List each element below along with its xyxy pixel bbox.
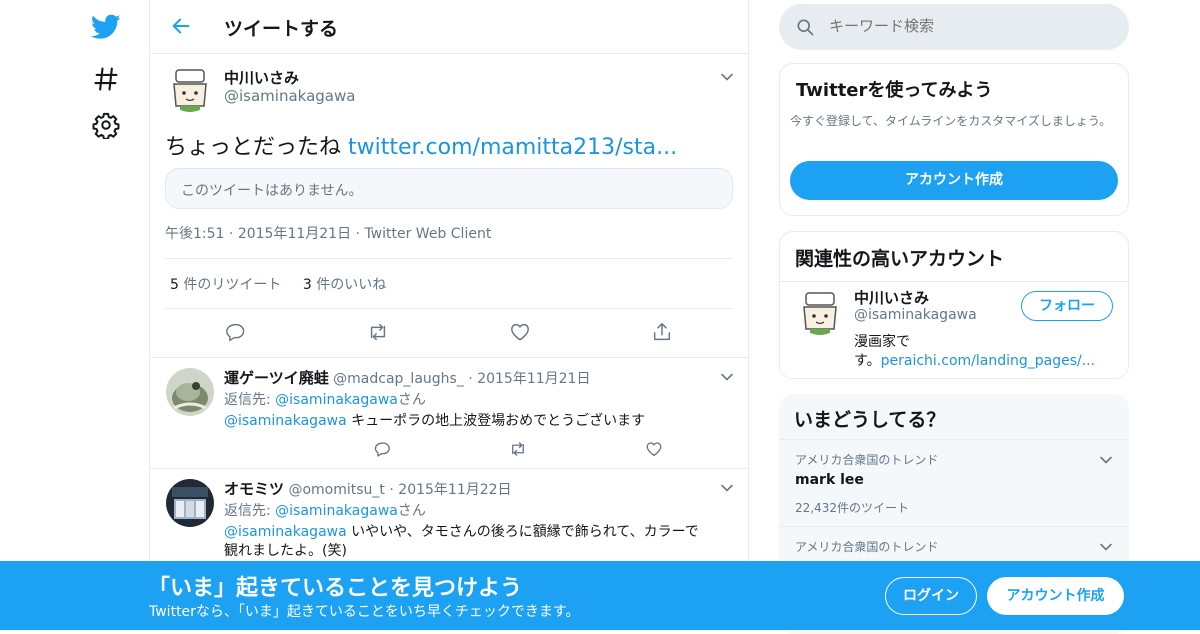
card-title: 関連性の高いアカウント	[780, 232, 1128, 282]
tweet-link[interactable]: twitter.com/mamitta213/sta...	[348, 135, 677, 160]
tweet-date[interactable]: 2015年11月21日	[238, 226, 351, 242]
trend-count: 22,432件のツイート	[795, 501, 909, 515]
account-handle[interactable]: @isaminakagawa	[854, 307, 977, 323]
left-nav	[80, 0, 130, 630]
tweet-meta: 午後1:51 · 2015年11月21日 · Twitter Web Clien…	[165, 226, 492, 242]
reply-tweet[interactable]: オモミツ @omomitsu_t · 2015年11月22日 返信先: @isa…	[150, 469, 748, 569]
try-twitter-card: Twitterを使ってみよう 今すぐ登録して、タイムラインをカスタマイズしましょ…	[779, 63, 1129, 216]
tweet-stats: 5 件のリツイート 3 件のいいね	[165, 258, 733, 309]
account-bio-link[interactable]: peraichi.com/landing_pages/...	[881, 353, 1095, 369]
signup-banner: 「いま」起きていることを見つけよう Twitterなら、「いま」起きていることを…	[0, 561, 1200, 630]
retweet-icon[interactable]	[509, 440, 527, 458]
reply-text-continued: 観れましたよ。(笑)	[224, 543, 347, 559]
retweet-stat[interactable]: 5 件のリツイート	[170, 277, 286, 293]
search-input[interactable]	[829, 17, 1109, 35]
avatar[interactable]	[166, 64, 214, 112]
trend-context: アメリカ合衆国のトレンド	[795, 453, 939, 467]
card-description: 今すぐ登録して、タイムラインをカスタマイズしましょう。	[790, 114, 1112, 128]
share-icon[interactable]	[651, 321, 673, 343]
reply-to-line: 返信先: @isaminakagawaさん	[224, 389, 426, 409]
reply-to-label: 返信先:	[224, 392, 271, 408]
chevron-down-icon[interactable]	[1099, 540, 1113, 554]
chevron-down-icon[interactable]	[720, 70, 734, 84]
reply-body: いやいや、タモさんの後ろに額縁で飾られて、カラーで	[351, 524, 699, 540]
trend-item[interactable]: アメリカ合衆国のトレンド mark lee 22,432件のツイート	[779, 439, 1129, 526]
reply-to-line: 返信先: @isaminakagawaさん	[224, 500, 426, 520]
back-arrow-icon[interactable]	[170, 15, 192, 37]
trend-context: アメリカ合衆国のトレンド	[795, 540, 939, 554]
tweet-time[interactable]: 午後1:51	[165, 226, 224, 242]
reply-text: @isaminakagawa いやいや、タモさんの後ろに額縁で飾られて、カラーで	[224, 521, 699, 541]
search-icon	[797, 19, 814, 36]
frog-avatar-image	[166, 368, 214, 416]
reply-author-name[interactable]: 運ゲーツイ廃蛙	[224, 369, 329, 387]
main-column: ツイートする 中川いさみ @isaminakagawa ちょっとだったね twi…	[149, 0, 796, 630]
chevron-down-icon[interactable]	[1099, 453, 1113, 467]
tweet-author-handle[interactable]: @isaminakagawa	[224, 87, 355, 105]
reply-body: キューポラの地上波登場おめでとうございます	[351, 413, 646, 429]
retweet-count: 5	[170, 277, 179, 293]
avatar[interactable]	[796, 287, 844, 335]
avatar-illustration	[796, 287, 844, 335]
reply-text: @isaminakagawa キューポラの地上波登場おめでとうございます	[224, 410, 645, 430]
like-stat[interactable]: 3 件のいいね	[303, 277, 386, 293]
hashtag-icon[interactable]	[92, 65, 120, 93]
chevron-down-icon[interactable]	[720, 481, 734, 495]
banner-title: 「いま」起きていることを見つけよう	[148, 576, 523, 601]
like-label: 件のいいね	[316, 277, 387, 293]
reply-icon[interactable]	[374, 440, 392, 458]
tweet-actions	[165, 318, 733, 348]
tweet-text: ちょっとだったね twitter.com/mamitta213/sta...	[165, 129, 677, 161]
reply-mention[interactable]: @isaminakagawa	[224, 524, 347, 540]
reply-icon[interactable]	[225, 321, 247, 343]
reply-to-label: 返信先:	[224, 503, 271, 519]
trends-title: いまどうしてる？	[794, 409, 946, 431]
retweet-label: 件のリツイート	[183, 277, 282, 293]
reply-date[interactable]: 2015年11月22日	[398, 482, 511, 498]
page-header: ツイートする	[150, 0, 748, 54]
reply-to-suffix: さん	[397, 392, 426, 408]
card-title: Twitterを使ってみよう	[796, 80, 993, 101]
reply-author-handle[interactable]: @madcap_laughs_	[333, 371, 464, 387]
banner-signup-button[interactable]: アカウント作成	[987, 577, 1124, 615]
page-title: ツイートする	[224, 18, 339, 40]
account-bio-line2: す。peraichi.com/landing_pages/...	[854, 350, 1095, 370]
account-bio: 漫画家で	[854, 334, 910, 350]
reply-to-mention[interactable]: @isaminakagawa	[275, 503, 398, 519]
reply-header: オモミツ @omomitsu_t · 2015年11月22日	[224, 480, 512, 498]
tweet-client: Twitter Web Client	[364, 226, 492, 242]
chevron-down-icon[interactable]	[720, 370, 734, 384]
reply-date[interactable]: 2015年11月21日	[477, 371, 590, 387]
reply-author-handle[interactable]: @omomitsu_t	[288, 482, 384, 498]
reply-mention[interactable]: @isaminakagawa	[224, 413, 347, 429]
account-bio-text: す。	[854, 353, 881, 369]
signup-button[interactable]: アカウント作成	[790, 161, 1118, 200]
avatar-illustration	[166, 64, 214, 112]
banner-subtitle: Twitterなら、「いま」起きていることをいち早くチェックできます。	[149, 604, 580, 620]
like-heart-icon[interactable]	[509, 321, 531, 343]
reply-author-name[interactable]: オモミツ	[224, 480, 284, 498]
reply-header: 運ゲーツイ廃蛙 @madcap_laughs_ · 2015年11月21日	[224, 369, 591, 387]
follow-button[interactable]: フォロー	[1021, 291, 1113, 321]
reply-tweet[interactable]: 運ゲーツイ廃蛙 @madcap_laughs_ · 2015年11月21日 返信…	[150, 358, 796, 468]
like-count: 3	[302, 277, 312, 293]
like-heart-icon[interactable]	[645, 440, 663, 458]
tweet-author-name[interactable]: 中川いさみ	[224, 67, 299, 88]
tweet-body: ちょっとだったね	[165, 135, 342, 160]
quote-unavailable-box: このツイートはありません。	[165, 168, 733, 209]
twitter-bird-icon[interactable]	[91, 13, 121, 41]
gear-icon[interactable]	[92, 111, 120, 139]
storefront-avatar-image	[166, 479, 214, 527]
reply-avatar[interactable]	[166, 479, 214, 527]
account-name[interactable]: 中川いさみ	[854, 287, 929, 308]
retweet-icon[interactable]	[367, 321, 389, 343]
reply-to-mention[interactable]: @isaminakagawa	[275, 392, 398, 408]
search-bar[interactable]	[779, 4, 1129, 50]
login-button[interactable]: ログイン	[885, 577, 977, 615]
reply-avatar[interactable]	[166, 368, 214, 416]
reply-to-suffix: さん	[397, 503, 426, 519]
trend-name[interactable]: mark lee	[795, 472, 864, 488]
related-accounts-card: 関連性の高いアカウント 中川いさみ @isaminakagawa 漫画家で す。…	[779, 231, 1129, 379]
